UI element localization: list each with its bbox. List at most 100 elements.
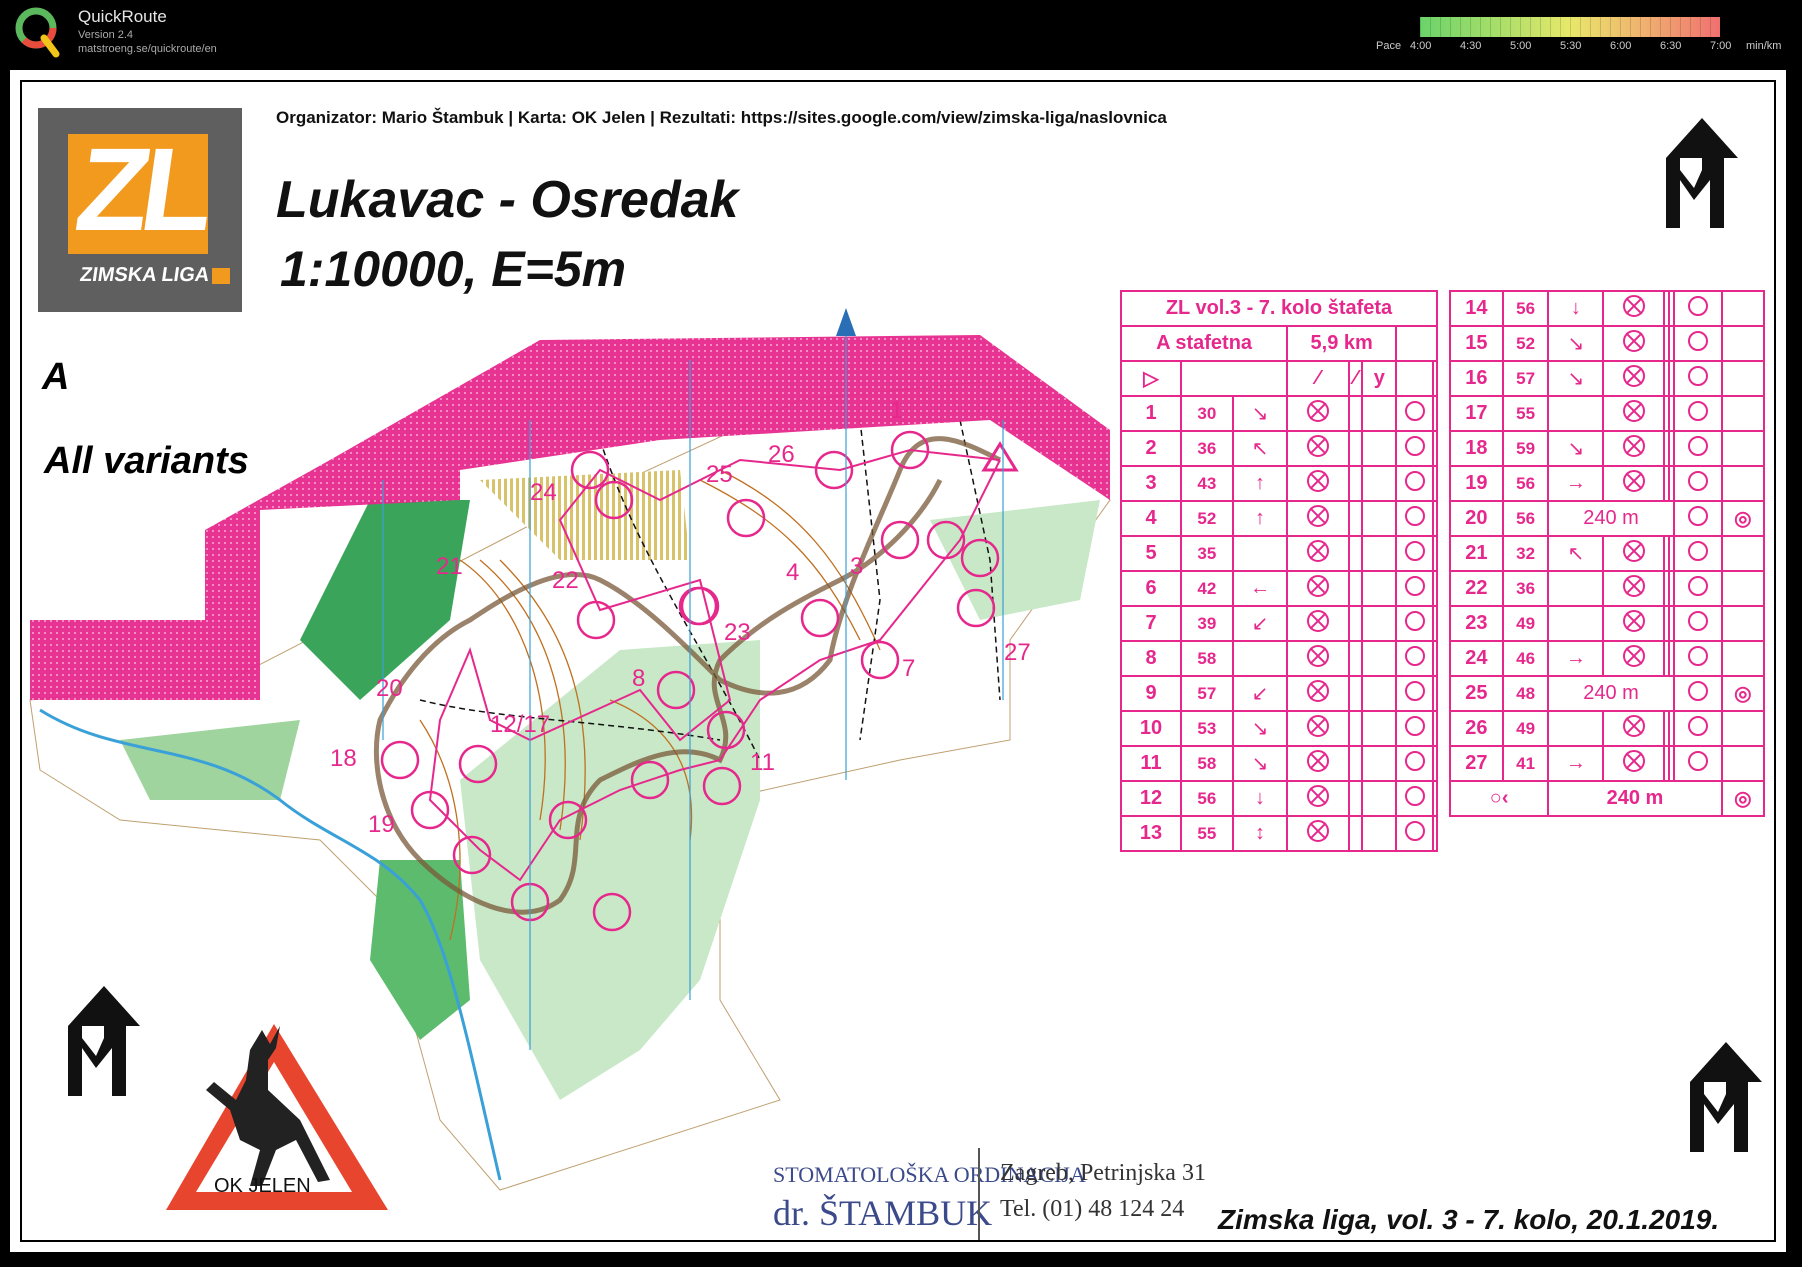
control-code: 53 (1180, 710, 1234, 747)
control-code: 36 (1180, 430, 1234, 467)
location-icon (1395, 780, 1435, 817)
control-code: 49 (1501, 605, 1550, 642)
control-code: 56 (1501, 500, 1550, 537)
control-number: 27 (1449, 745, 1504, 782)
description-row: 19 56 → (1449, 465, 1766, 502)
direction-icon: ↘ (1231, 710, 1289, 747)
description-row: 25 48 240 m ◎ (1449, 675, 1766, 712)
direction-icon: → (1547, 465, 1605, 502)
direction-icon: ↙ (1231, 605, 1289, 642)
feature-symbol-icon (1602, 430, 1665, 467)
direction-icon: ↑ (1231, 465, 1289, 502)
description-row: 2 36 ↖ (1120, 430, 1438, 467)
finish-icon: ◎ (1720, 675, 1766, 712)
control-number: 23 (1449, 605, 1504, 642)
location-icon (1395, 395, 1435, 432)
feature-symbol-icon (1602, 535, 1665, 572)
feature-symbol-icon (1602, 570, 1665, 607)
location-icon (1672, 570, 1723, 607)
location-icon (1395, 640, 1435, 677)
control-label: 19 (368, 811, 395, 838)
direction-icon: ↖ (1231, 430, 1289, 467)
control-code: 42 (1180, 570, 1234, 607)
location-icon (1395, 605, 1435, 642)
description-row: 24 46 → (1449, 640, 1766, 677)
descriptions-heading: ZL vol.3 - 7. kolo štafeta (1120, 290, 1438, 327)
control-number: 1 (1120, 395, 1182, 432)
control-label: 20 (376, 675, 403, 702)
feature-icon (1672, 500, 1723, 537)
control-number: 25 (1449, 675, 1504, 712)
feature-symbol-icon (1286, 465, 1350, 502)
control-code: 59 (1501, 430, 1550, 467)
control-code: 58 (1180, 640, 1234, 677)
feature-symbol-icon (1286, 780, 1350, 817)
direction-icon: ↓ (1231, 780, 1289, 817)
zimska-liga-logo: ZL ZIMSKA LIGA (38, 108, 242, 312)
control-label: 18 (330, 745, 357, 772)
location-icon (1395, 570, 1435, 607)
location-icon (1395, 500, 1435, 537)
description-row: 18 59 ↘ (1449, 430, 1766, 467)
control-code: 57 (1501, 360, 1550, 397)
control-number: 5 (1120, 535, 1182, 572)
control-code: 55 (1180, 815, 1234, 852)
control-code: 43 (1180, 465, 1234, 502)
control-number: 20 (1449, 500, 1504, 537)
direction-icon: ↘ (1547, 325, 1605, 362)
marked-route-distance: 240 m (1547, 675, 1675, 712)
control-code: 41 (1501, 745, 1550, 782)
event-title: Zimska liga, vol. 3 - 7. kolo, 20.1.2019… (1218, 1204, 1720, 1235)
control-descriptions-left: ZL vol.3 - 7. kolo štafeta A stafetna 5,… (1119, 290, 1438, 852)
direction-icon (1547, 605, 1605, 642)
map-scale: 1:10000, E=5m (280, 241, 627, 297)
control-code: 35 (1180, 535, 1234, 572)
direction-icon: ↓ (1547, 290, 1605, 327)
location-icon (1672, 290, 1723, 327)
descriptions-length: 5,9 km (1286, 325, 1398, 362)
description-row: 3 43 ↑ (1120, 465, 1438, 502)
map-title: Lukavac - Osredak (276, 171, 739, 229)
control-number: 17 (1449, 395, 1504, 432)
control-number: 24 (1449, 640, 1504, 677)
control-descriptions-right: 14 56 ↓ 15 52 ↘ 16 57 ↘ 17 55 18 59 ↘ 19 56 → 20 56 240 m ◎ 2… (1448, 290, 1766, 817)
control-code: 30 (1180, 395, 1234, 432)
control-code: 56 (1501, 465, 1550, 502)
control-label: 24 (530, 479, 557, 506)
feature-symbol-icon (1602, 745, 1665, 782)
direction-icon: ↕ (1231, 815, 1289, 852)
direction-icon: ↑ (1231, 500, 1289, 537)
direction-icon: ↘ (1547, 360, 1605, 397)
direction-icon (1547, 710, 1605, 747)
logo-caption: ZIMSKA LIGA (78, 264, 211, 286)
control-number: 8 (1120, 640, 1182, 677)
feature-symbol-icon (1602, 360, 1665, 397)
feature-symbol-icon (1286, 640, 1350, 677)
direction-icon (1231, 640, 1289, 677)
location-icon (1672, 395, 1723, 432)
control-number: 26 (1449, 710, 1504, 747)
description-row: 15 52 ↘ (1449, 325, 1766, 362)
control-code: 49 (1501, 710, 1550, 747)
variant-letter: A (42, 356, 70, 398)
control-label: 12/17 (490, 711, 550, 738)
control-code: 39 (1180, 605, 1234, 642)
direction-icon: ← (1231, 570, 1289, 607)
location-icon (1672, 325, 1723, 362)
description-row: 7 39 ↙ (1120, 605, 1438, 642)
description-row: 12 56 ↓ (1120, 780, 1438, 817)
location-icon (1395, 710, 1435, 747)
control-label: 26 (768, 441, 795, 468)
description-row: 14 56 ↓ (1449, 290, 1766, 327)
location-icon (1672, 745, 1723, 782)
feature-symbol-icon (1602, 710, 1665, 747)
description-row: 17 55 (1449, 395, 1766, 432)
description-row: 1 30 ↘ (1120, 395, 1438, 432)
control-code: 56 (1501, 290, 1550, 327)
control-code: 55 (1501, 395, 1550, 432)
direction-icon: ↖ (1547, 535, 1605, 572)
direction-icon: ↘ (1547, 430, 1605, 467)
control-number: 16 (1449, 360, 1504, 397)
ok-jelen-logo (166, 1024, 388, 1210)
control-label: 21 (436, 553, 463, 580)
